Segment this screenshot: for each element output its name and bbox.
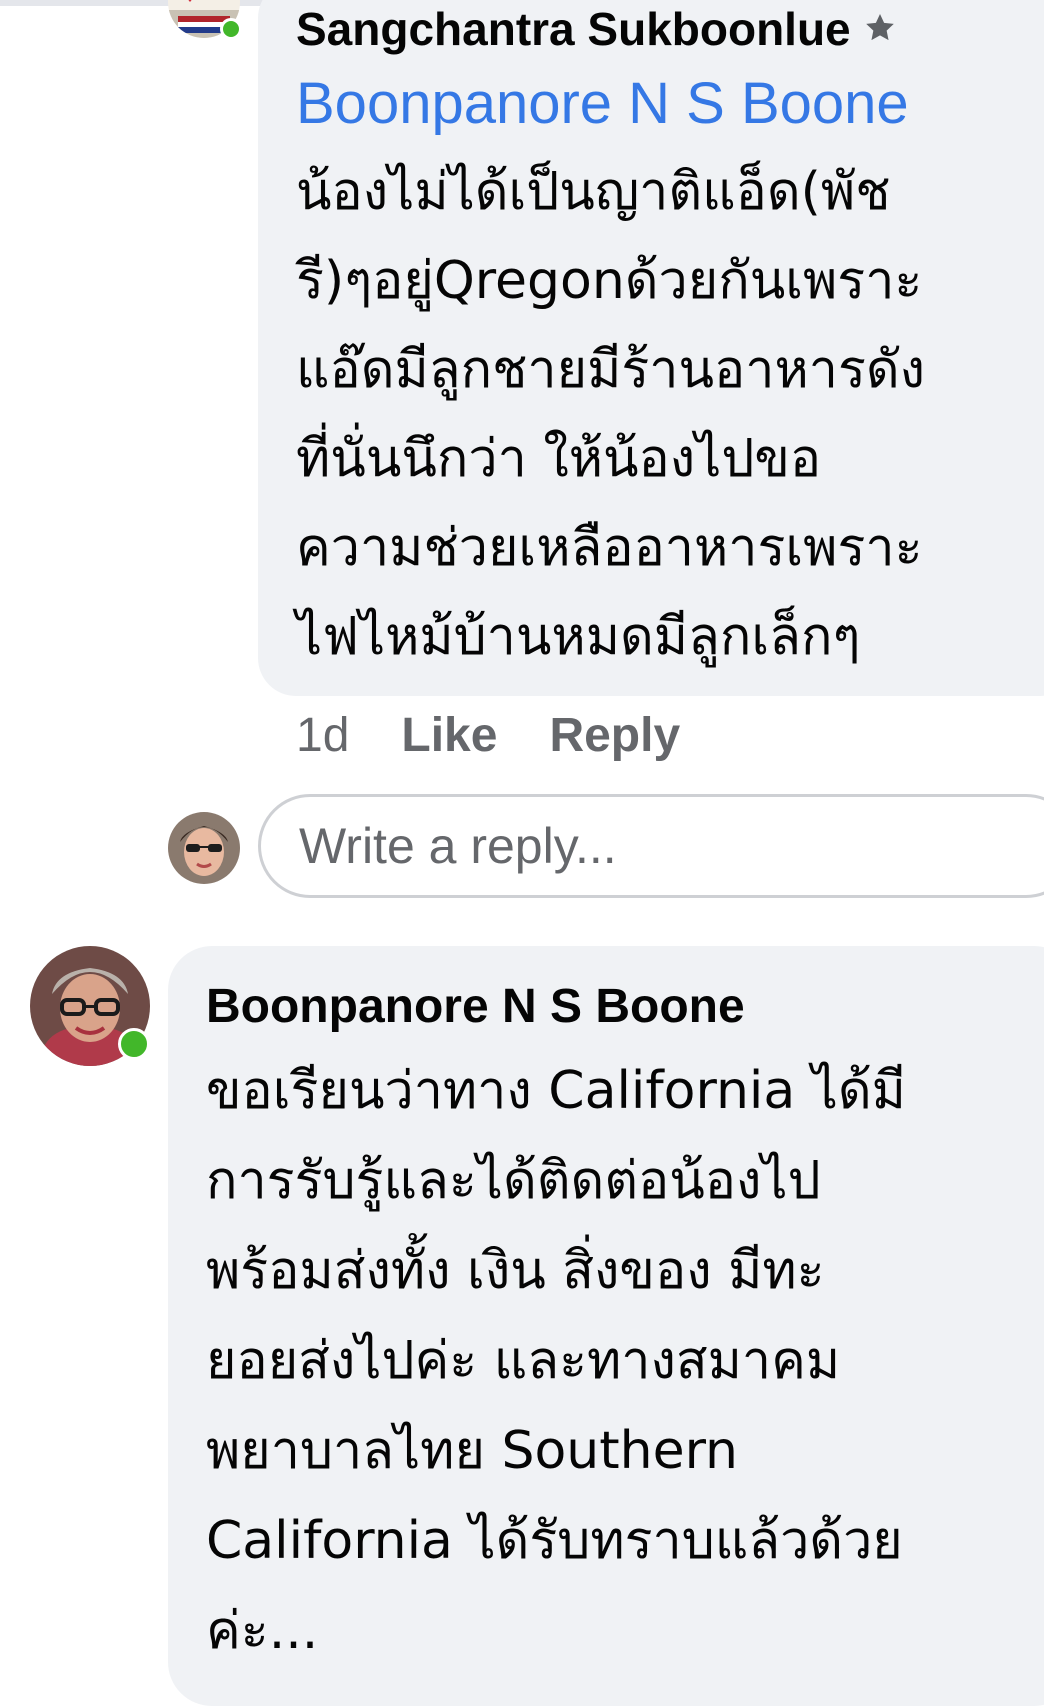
reply-author-name[interactable]: Sangchantra Sukboonlue bbox=[296, 2, 851, 56]
reply-text-line: รี)ๆอยู่Qregonด้วยกันเพราะ bbox=[296, 251, 923, 311]
main-text-line: การรับรู้และได้ติดต่อน้องไป bbox=[206, 1151, 821, 1211]
reply-author-row: Sangchantra Sukboonlue bbox=[296, 2, 899, 56]
mention-link[interactable]: Boonpanore N S Boone bbox=[296, 68, 909, 140]
reply-button[interactable]: Reply bbox=[549, 706, 680, 766]
main-text-line: พร้อมส่งทั้ง เงิน สิ่งของ มีทะ bbox=[206, 1241, 825, 1301]
like-button[interactable]: Like bbox=[401, 706, 497, 766]
main-comment-text: ขอเรียนว่าทาง California ได้มี การรับรู้… bbox=[206, 1046, 1044, 1676]
main-author-avatar[interactable] bbox=[30, 946, 150, 1066]
reply-comment-text: น้องไม่ได้เป็นญาติแอ็ด(พัช รี)ๆอยู่Qrego… bbox=[296, 148, 1044, 682]
main-text-line: ยอยส่งไปค่ะ และทางสมาคม bbox=[206, 1331, 841, 1391]
main-text-line: ขอเรียนว่าทาง California ได้มี bbox=[206, 1061, 906, 1121]
reply-text-line: น้องไม่ได้เป็นญาติแอ็ด(พัช bbox=[296, 162, 891, 222]
reply-text-line: แอ๊ดมีลูกชายมีร้านอาหารดัง bbox=[296, 340, 926, 400]
top-fan-star-icon bbox=[865, 13, 894, 41]
main-text-line: ค่ะ... bbox=[206, 1601, 319, 1661]
reply-text-line: ไฟไหม้บ้านหมดมีลูกเล็กๆ bbox=[296, 607, 861, 667]
online-status-dot bbox=[118, 1028, 150, 1060]
online-status-dot bbox=[220, 18, 242, 40]
main-text-line: พยาบาลไทย Southern bbox=[206, 1421, 738, 1481]
reply-comment-actions: 1d Like Reply bbox=[296, 706, 680, 766]
write-reply-input[interactable] bbox=[258, 794, 1044, 898]
reply-text-line: ความช่วยเหลืออาหารเพราะ bbox=[296, 518, 923, 578]
current-user-avatar-image bbox=[168, 812, 240, 884]
main-author-name[interactable]: Boonpanore N S Boone bbox=[206, 978, 745, 1036]
comment-timestamp[interactable]: 1d bbox=[296, 706, 349, 766]
current-user-avatar[interactable] bbox=[168, 812, 240, 884]
main-text-line: California ได้รับทราบแล้วด้วย bbox=[206, 1511, 903, 1571]
reply-author-avatar[interactable] bbox=[168, 0, 242, 40]
reply-text-line: ที่นั่นนึกว่า ให้น้องไปขอ bbox=[296, 429, 822, 489]
